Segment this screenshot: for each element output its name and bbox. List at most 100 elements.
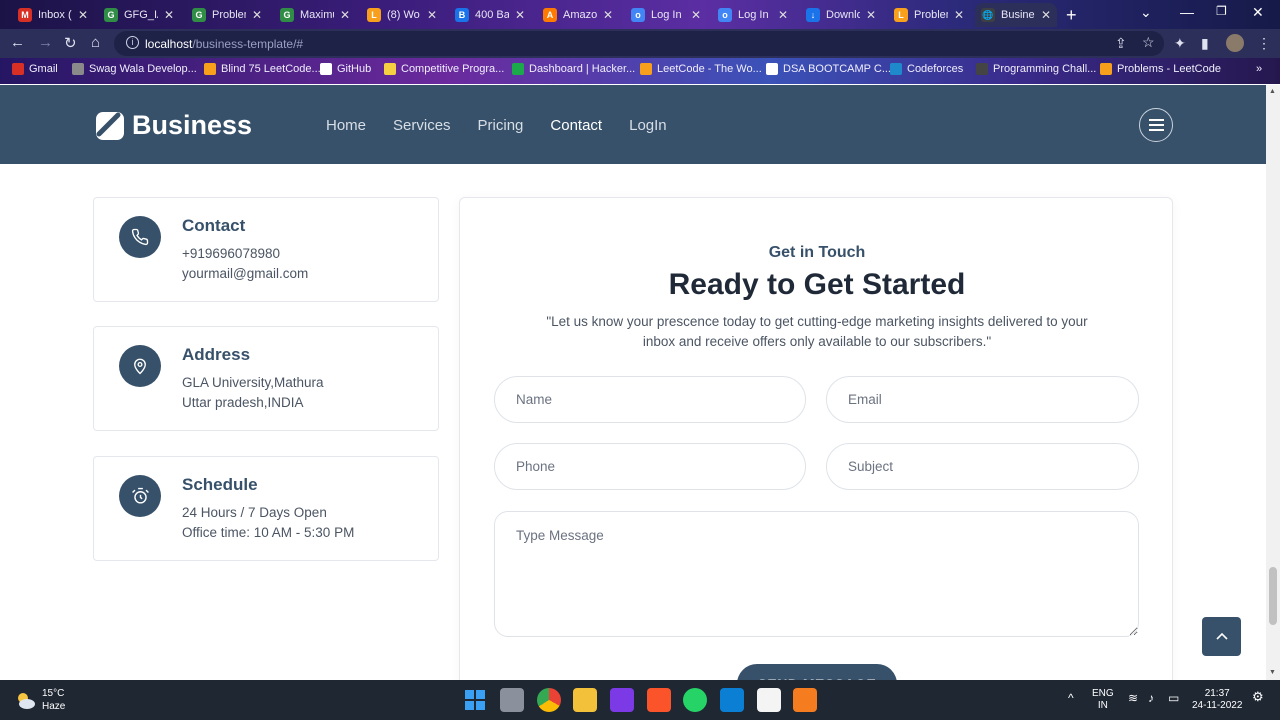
close-tab-icon[interactable]: ✕ <box>340 8 350 22</box>
close-tab-icon[interactable]: ✕ <box>954 8 964 22</box>
tray-overflow-icon[interactable]: ^ <box>1068 692 1074 704</box>
tab-favicon-icon: L <box>367 8 381 22</box>
close-tab-icon[interactable]: ✕ <box>691 8 701 22</box>
reload-button[interactable]: ↻ <box>64 34 77 52</box>
forward-button[interactable]: → <box>38 34 53 51</box>
nav-home[interactable]: Home <box>326 117 366 134</box>
notifications-icon[interactable]: ⚙ <box>1252 690 1264 703</box>
nav-services[interactable]: Services <box>393 117 451 134</box>
site-logo[interactable]: Business <box>96 110 252 141</box>
close-window-button[interactable]: ✕ <box>1252 4 1264 21</box>
bookmark-favicon-icon <box>384 63 396 75</box>
bookmark-item[interactable]: LeetCode - The Wo... <box>640 63 762 75</box>
bookmark-item[interactable]: Dashboard | Hacker... <box>512 63 635 75</box>
close-tab-icon[interactable]: ✕ <box>164 8 174 22</box>
close-tab-icon[interactable]: ✕ <box>778 8 788 22</box>
site-info-icon[interactable]: i <box>126 36 139 49</box>
browser-tab[interactable]: A Amazo ✕ <box>537 3 619 27</box>
share-icon[interactable]: ⇪ <box>1115 35 1127 52</box>
file-explorer-icon[interactable] <box>573 688 597 712</box>
contact-card: Contact +919696078980 yourmail@gmail.com <box>93 197 439 302</box>
bookmark-star-icon[interactable]: ☆ <box>1142 34 1155 51</box>
close-tab-icon[interactable]: ✕ <box>603 8 613 22</box>
browser-tab[interactable]: o Log In ✕ <box>625 3 707 27</box>
profile-avatar[interactable] <box>1226 34 1244 52</box>
close-tab-icon[interactable]: ✕ <box>1041 8 1051 22</box>
weather-widget[interactable]: 15°C Haze <box>14 687 65 713</box>
tab-title: Amazo <box>563 9 597 21</box>
nav-pricing[interactable]: Pricing <box>478 117 524 134</box>
bookmark-favicon-icon <box>12 63 24 75</box>
tab-search-icon[interactable]: ⌄ <box>1140 4 1152 21</box>
close-tab-icon[interactable]: ✕ <box>515 8 525 22</box>
scroll-up-icon[interactable]: ▲ <box>1269 88 1276 95</box>
contact-form: Get in Touch Ready to Get Started "Let u… <box>459 197 1173 680</box>
address-bar[interactable]: i localhost/business-template/# ⇪ ☆ <box>114 31 1164 56</box>
bookmark-item[interactable]: Codeforces <box>890 63 963 75</box>
more-bookmarks-icon[interactable]: » <box>1256 63 1262 75</box>
home-button[interactable]: ⌂ <box>91 34 100 51</box>
clock[interactable]: 21:37 24-11-2022 <box>1192 688 1242 712</box>
whatsapp-icon[interactable] <box>683 688 707 712</box>
send-message-button[interactable]: SEND MESSAGE <box>737 664 897 680</box>
browser-tab[interactable]: ↓ Downlo ✕ <box>800 3 882 27</box>
bookmark-item[interactable]: Gmail <box>12 63 58 75</box>
bookmark-item[interactable]: Swag Wala Develop... <box>72 63 197 75</box>
address-line-2: Uttar pradesh,INDIA <box>182 395 304 410</box>
name-input[interactable] <box>494 376 806 423</box>
nav-contact[interactable]: Contact <box>550 117 602 134</box>
bookmark-item[interactable]: Problems - LeetCode <box>1100 63 1221 75</box>
close-tab-icon[interactable]: ✕ <box>252 8 262 22</box>
message-textarea[interactable] <box>494 511 1139 637</box>
xampp-icon[interactable] <box>793 688 817 712</box>
bookmark-favicon-icon <box>320 63 332 75</box>
side-panel-icon[interactable]: ▮ <box>1201 35 1209 52</box>
bookmark-item[interactable]: Programming Chall... <box>976 63 1096 75</box>
nav-login[interactable]: LogIn <box>629 117 667 134</box>
browser-tab[interactable]: 🌐 Busines ✕ <box>975 3 1057 27</box>
minimize-button[interactable]: — <box>1180 4 1194 20</box>
menu-toggle-button[interactable] <box>1139 108 1173 142</box>
scroll-down-icon[interactable]: ▼ <box>1269 669 1276 676</box>
maximize-button[interactable]: ❐ <box>1216 4 1227 18</box>
bookmark-label: Dashboard | Hacker... <box>529 63 636 75</box>
browser-tab[interactable]: L (8) Wo ✕ <box>361 3 443 27</box>
chrome-icon[interactable] <box>537 688 561 712</box>
browser-tab[interactable]: L Problem ✕ <box>888 3 970 27</box>
hamburger-icon <box>1149 119 1164 121</box>
vscode-icon[interactable] <box>720 688 744 712</box>
new-tab-button[interactable]: + <box>1066 5 1077 26</box>
bookmark-item[interactable]: DSA BOOTCAMP C... <box>766 63 891 75</box>
close-tab-icon[interactable]: ✕ <box>78 8 88 22</box>
bookmark-item[interactable]: Competitive Progra... <box>384 63 504 75</box>
browser-tab[interactable]: o Log In ✕ <box>712 3 794 27</box>
browser-tab[interactable]: B 400 Ba ✕ <box>449 3 531 27</box>
extensions-icon[interactable]: ✦ <box>1174 35 1186 52</box>
wifi-icon[interactable]: ≋ <box>1128 692 1138 704</box>
browser-tab[interactable]: G Problem ✕ <box>186 3 268 27</box>
subject-input[interactable] <box>826 443 1139 490</box>
brave-icon[interactable] <box>647 688 671 712</box>
notion-icon[interactable] <box>757 688 781 712</box>
browser-menu-icon[interactable]: ⋮ <box>1257 35 1271 52</box>
page-scrollbar[interactable]: ▲ ▼ <box>1266 85 1280 680</box>
back-button[interactable]: ← <box>10 34 25 51</box>
tab-favicon-icon: A <box>543 8 557 22</box>
battery-icon[interactable]: ▭ <box>1168 692 1179 704</box>
volume-icon[interactable]: ♪ <box>1148 692 1154 704</box>
phone-input[interactable] <box>494 443 806 490</box>
scrollbar-thumb[interactable] <box>1269 567 1277 625</box>
start-icon[interactable] <box>463 688 487 712</box>
intellij-icon[interactable] <box>610 688 634 712</box>
back-to-top-button[interactable] <box>1202 617 1241 656</box>
close-tab-icon[interactable]: ✕ <box>427 8 437 22</box>
email-input[interactable] <box>826 376 1139 423</box>
browser-tab[interactable]: M Inbox (✕ <box>12 3 94 27</box>
close-tab-icon[interactable]: ✕ <box>866 8 876 22</box>
task-view-icon[interactable] <box>500 688 524 712</box>
browser-tab[interactable]: G Maximu ✕ <box>274 3 356 27</box>
browser-tab[interactable]: G GFG_IA ✕ <box>98 3 180 27</box>
bookmark-item[interactable]: Blind 75 LeetCode... <box>204 63 321 75</box>
language-indicator[interactable]: ENG IN <box>1092 688 1114 712</box>
bookmark-item[interactable]: GitHub <box>320 63 371 75</box>
